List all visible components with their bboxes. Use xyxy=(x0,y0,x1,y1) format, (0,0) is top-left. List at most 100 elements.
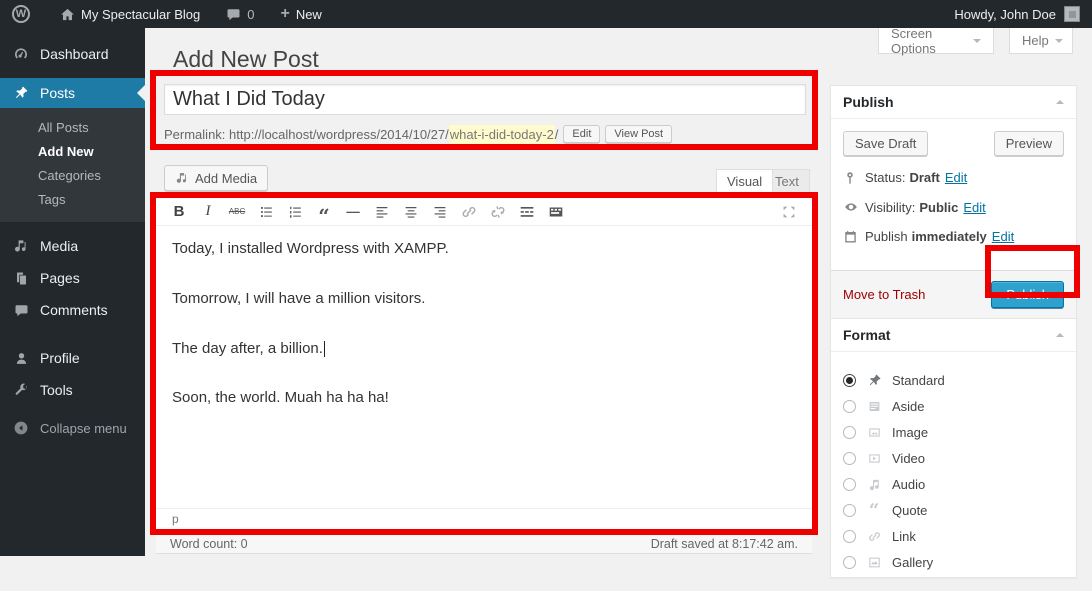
radio-video[interactable] xyxy=(843,452,856,465)
bulleted-list-icon xyxy=(257,203,275,221)
italic-icon: I xyxy=(206,203,211,220)
insert-link-button[interactable] xyxy=(456,200,482,224)
strikethrough-icon: ABC xyxy=(229,207,245,216)
tools-wrench-icon xyxy=(12,383,30,398)
radio-image[interactable] xyxy=(843,426,856,439)
sidebar-item-tags[interactable]: Tags xyxy=(0,188,145,212)
draft-saved-status: Draft saved at 8:17:42 am. xyxy=(651,537,798,551)
edit-permalink-button[interactable]: Edit xyxy=(563,125,600,143)
sidebar-item-categories[interactable]: Categories xyxy=(0,164,145,188)
horizontal-rule-button[interactable]: — xyxy=(340,200,366,224)
format-option-aside: Aside xyxy=(843,399,1064,414)
format-option-quote: “ Quote xyxy=(843,503,1064,518)
editor-toolbar: B I ABC “ — xyxy=(156,198,812,226)
sidebar-item-label: Collapse menu xyxy=(40,421,127,436)
edit-visibility-link[interactable]: Edit xyxy=(963,200,985,215)
align-center-icon xyxy=(402,203,420,221)
radio-link[interactable] xyxy=(843,530,856,543)
screen-options-label: Screen Options xyxy=(891,26,967,56)
help-tab[interactable]: Help xyxy=(1009,28,1073,54)
format-option-gallery: Gallery xyxy=(843,555,1064,570)
align-left-button[interactable] xyxy=(369,200,395,224)
comment-count: 0 xyxy=(247,7,254,22)
radio-quote[interactable] xyxy=(843,504,856,517)
radio-standard[interactable] xyxy=(843,374,856,387)
permalink-row: Permalink: http://localhost/wordpress/20… xyxy=(164,123,672,145)
more-tag-icon xyxy=(518,203,536,221)
comments-icon xyxy=(12,303,30,318)
permalink-slug: what-i-did-today-2 xyxy=(449,125,555,144)
site-name-link[interactable]: My Spectacular Blog xyxy=(52,0,208,28)
format-panel-header[interactable]: Format xyxy=(831,319,1076,352)
editor-paragraph: The day after, a billion. xyxy=(172,338,796,360)
help-label: Help xyxy=(1022,33,1049,48)
editor-status-bar: Word count: 0 Draft saved at 8:17:42 am. xyxy=(156,535,812,554)
sidebar-item-comments[interactable]: Comments xyxy=(0,294,145,326)
visibility-eye-icon xyxy=(843,199,865,215)
align-center-button[interactable] xyxy=(398,200,424,224)
remove-link-button[interactable] xyxy=(485,200,511,224)
preview-button[interactable]: Preview xyxy=(994,131,1064,156)
avatar[interactable] xyxy=(1064,6,1080,22)
format-option-label: Audio xyxy=(892,477,925,492)
sidebar-item-label: Posts xyxy=(40,85,75,101)
sidebar-item-label: Pages xyxy=(40,270,80,286)
tab-visual[interactable]: Visual xyxy=(716,169,773,194)
align-right-button[interactable] xyxy=(427,200,453,224)
format-option-label: Gallery xyxy=(892,555,933,570)
move-to-trash-link[interactable]: Move to Trash xyxy=(843,287,925,302)
bulleted-list-button[interactable] xyxy=(253,200,279,224)
post-title-input[interactable] xyxy=(164,84,806,115)
wordpress-logo-menu[interactable]: W xyxy=(0,0,38,28)
toolbar-toggle-button[interactable] xyxy=(543,200,569,224)
bold-button[interactable]: B xyxy=(166,200,192,224)
radio-aside[interactable] xyxy=(843,400,856,413)
collapse-panel-icon[interactable] xyxy=(1056,96,1064,104)
sidebar-item-media[interactable]: Media xyxy=(0,230,145,262)
sidebar-item-profile[interactable]: Profile xyxy=(0,342,145,374)
publishing-actions: Move to Trash Publish xyxy=(831,270,1076,318)
format-gallery-icon xyxy=(865,555,883,570)
italic-button[interactable]: I xyxy=(195,200,221,224)
edit-status-link[interactable]: Edit xyxy=(945,170,967,185)
view-post-button[interactable]: View Post xyxy=(605,125,672,143)
radio-audio[interactable] xyxy=(843,478,856,491)
blockquote-button[interactable]: “ xyxy=(311,200,337,224)
schedule-label: Publish xyxy=(865,229,908,244)
new-content-menu[interactable]: + New xyxy=(272,0,329,28)
comments-bubble[interactable]: 0 xyxy=(218,0,262,28)
screen-options-tab[interactable]: Screen Options xyxy=(878,28,994,54)
add-media-button[interactable]: Add Media xyxy=(164,165,268,191)
format-panel: Format Standard Aside Image xyxy=(830,318,1077,578)
publish-panel-header[interactable]: Publish xyxy=(831,86,1076,119)
radio-gallery[interactable] xyxy=(843,556,856,569)
sidebar-item-add-new[interactable]: Add New xyxy=(0,140,145,164)
distraction-free-button[interactable] xyxy=(776,200,802,224)
sidebar-item-label: Tools xyxy=(40,382,73,398)
format-option-label: Image xyxy=(892,425,928,440)
editor-content-area[interactable]: Today, I installed Wordpress with XAMPP.… xyxy=(156,226,812,508)
new-label: New xyxy=(296,7,322,22)
sidebar-item-pages[interactable]: Pages xyxy=(0,262,145,294)
edit-schedule-link[interactable]: Edit xyxy=(992,229,1014,244)
collapse-panel-icon[interactable] xyxy=(1056,329,1064,337)
sidebar-item-tools[interactable]: Tools xyxy=(0,374,145,406)
strikethrough-button[interactable]: ABC xyxy=(224,200,250,224)
howdy-account-link[interactable]: Howdy, John Doe xyxy=(954,7,1056,22)
editor-element-path[interactable]: p xyxy=(156,508,812,529)
sidebar-item-dashboard[interactable]: Dashboard xyxy=(0,38,145,70)
insert-more-tag-button[interactable] xyxy=(514,200,540,224)
collapse-menu-button[interactable]: Collapse menu xyxy=(0,412,145,444)
editor-paragraph: Today, I installed Wordpress with XAMPP. xyxy=(172,238,796,260)
sidebar-item-posts[interactable]: Posts xyxy=(0,78,145,108)
publish-button[interactable]: Publish xyxy=(991,281,1064,308)
schedule-value: immediately xyxy=(912,229,987,244)
visual-editor: B I ABC “ — xyxy=(156,198,812,529)
align-left-icon xyxy=(373,203,391,221)
sidebar-item-all-posts[interactable]: All Posts xyxy=(0,116,145,140)
save-draft-button[interactable]: Save Draft xyxy=(843,131,928,156)
numbered-list-button[interactable] xyxy=(282,200,308,224)
media-icon xyxy=(12,238,30,254)
toolbar-toggle-icon xyxy=(547,203,565,221)
publish-panel: Publish Save Draft Preview Status: Draft… xyxy=(830,85,1077,319)
